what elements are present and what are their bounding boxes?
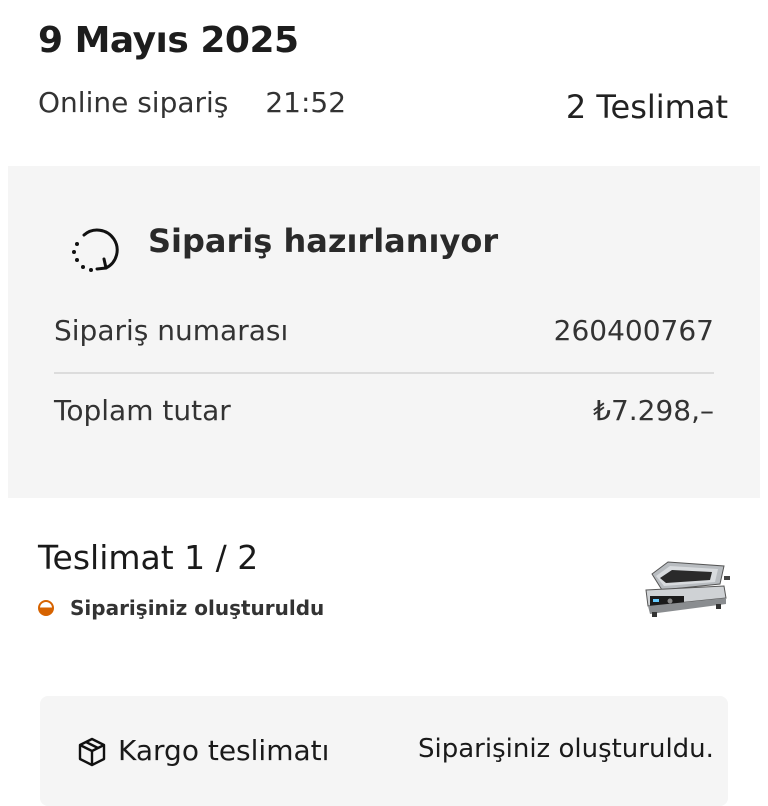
- order-number-row: Sipariş numarası 260400767: [54, 314, 714, 347]
- order-time: 21:52: [265, 86, 347, 119]
- total-label: Toplam tutar: [54, 394, 231, 427]
- order-number-value: 260400767: [553, 314, 714, 347]
- total-row: Toplam tutar ₺7.298,–: [54, 394, 714, 427]
- delivery-title: Teslimat 1 / 2: [38, 538, 259, 577]
- order-type: Online sipariş: [38, 86, 229, 119]
- total-value: ₺7.298,–: [593, 394, 714, 427]
- order-number-label: Sipariş numarası: [54, 314, 289, 347]
- shipping-label: Kargo teslimatı: [118, 734, 330, 767]
- status-dot-icon: [38, 600, 54, 616]
- row-divider: [54, 372, 714, 374]
- order-status-card: Sipariş hazırlanıyor Sipariş numarası 26…: [8, 166, 760, 498]
- order-meta: Online sipariş 21:52: [38, 86, 346, 119]
- progress-refresh-icon: [72, 228, 119, 272]
- shipping-status: Siparişiniz oluşturuldu.: [418, 734, 714, 764]
- delivery-status: Siparişiniz oluşturuldu: [38, 596, 324, 620]
- shipping-card[interactable]: Kargo teslimatı Siparişiniz oluşturuldu.: [40, 696, 728, 806]
- delivery-count: 2 Teslimat: [565, 88, 728, 126]
- contact-grill-product-image[interactable]: [640, 556, 732, 622]
- order-date: 9 Mayıs 2025: [38, 20, 299, 61]
- package-icon: [78, 737, 106, 767]
- status-title: Sipariş hazırlanıyor: [148, 222, 499, 260]
- delivery-status-label: Siparişiniz oluşturuldu: [70, 596, 325, 620]
